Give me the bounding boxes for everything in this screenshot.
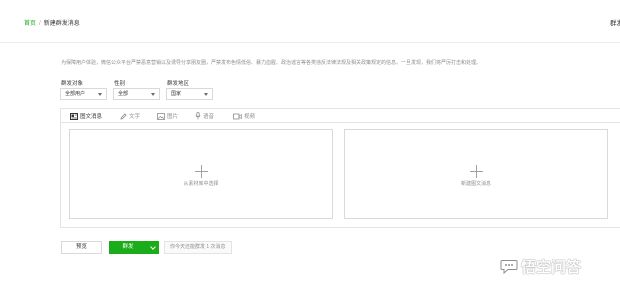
chevron-down-icon (150, 244, 156, 250)
tab-video-label: 视频 (244, 114, 256, 120)
plus-icon (470, 165, 483, 178)
header-right-text: 群发 (610, 20, 620, 27)
tab-voice-label: 语音 (203, 114, 215, 120)
watermark-text: 悟空问答 (521, 259, 582, 276)
plus-icon (195, 165, 208, 178)
image-icon (157, 112, 165, 120)
breadcrumb-home-link[interactable]: 首页 (24, 21, 36, 27)
new-article-label: 新建图文消息 (460, 181, 491, 187)
video-icon (233, 113, 242, 119)
select-from-library-label: 从素材库中选择 (183, 181, 219, 187)
region-label: 群发地区 (167, 81, 190, 87)
breadcrumb: 首页 / 新建群发消息 (24, 18, 80, 27)
top-bar: 首页 / 新建群发消息 群发 (0, 0, 620, 42)
tab-article-label: 图文消息 (80, 114, 103, 120)
target-label: 群发对象 (61, 81, 84, 87)
send-button[interactable]: 群发 (109, 241, 147, 254)
speech-bubble-icon (500, 260, 518, 274)
chevron-down-icon (98, 93, 102, 96)
tab-video[interactable]: 视频 (233, 112, 255, 120)
tab-article[interactable]: 图文消息 (70, 112, 102, 120)
send-quota-text: 你今天还能群发 1 次消息 (164, 241, 232, 254)
tab-voice[interactable]: 语音 (195, 112, 214, 120)
pencil-icon (120, 112, 127, 120)
gender-select-value: 全部 (118, 91, 129, 97)
tab-text[interactable]: 文字 (120, 112, 140, 120)
select-from-library-card[interactable]: 从素材库中选择 (69, 129, 333, 219)
breadcrumb-separator: / (39, 21, 41, 27)
watermark: 悟空问答 (500, 256, 581, 277)
article-icon (70, 112, 78, 120)
policy-notice: 为保障用户体验，微信公众平台严禁恶意营销以及诱导分享朋友圈，严禁发布色情低俗、暴… (61, 60, 482, 66)
tab-image[interactable]: 图片 (157, 112, 178, 120)
gender-label: 性别 (114, 81, 126, 87)
microphone-icon (195, 112, 201, 120)
target-select[interactable]: 全部用户 (60, 88, 107, 100)
breadcrumb-current: 新建群发消息 (43, 21, 80, 27)
tab-image-label: 图片 (167, 114, 179, 120)
tab-text-label: 文字 (129, 114, 141, 120)
new-article-card[interactable]: 新建图文消息 (344, 129, 608, 219)
preview-button[interactable]: 预览 (61, 241, 102, 254)
chevron-down-icon (151, 93, 155, 96)
target-select-value: 全部用户 (65, 91, 86, 97)
region-select[interactable]: 国家 (166, 88, 213, 100)
send-options-button[interactable] (146, 241, 159, 254)
chevron-down-icon (204, 93, 208, 96)
region-select-value: 国家 (171, 91, 182, 97)
message-type-tabs: 图文消息 文字 图片 语音 视频 (61, 109, 620, 123)
gender-select[interactable]: 全部 (113, 88, 160, 100)
